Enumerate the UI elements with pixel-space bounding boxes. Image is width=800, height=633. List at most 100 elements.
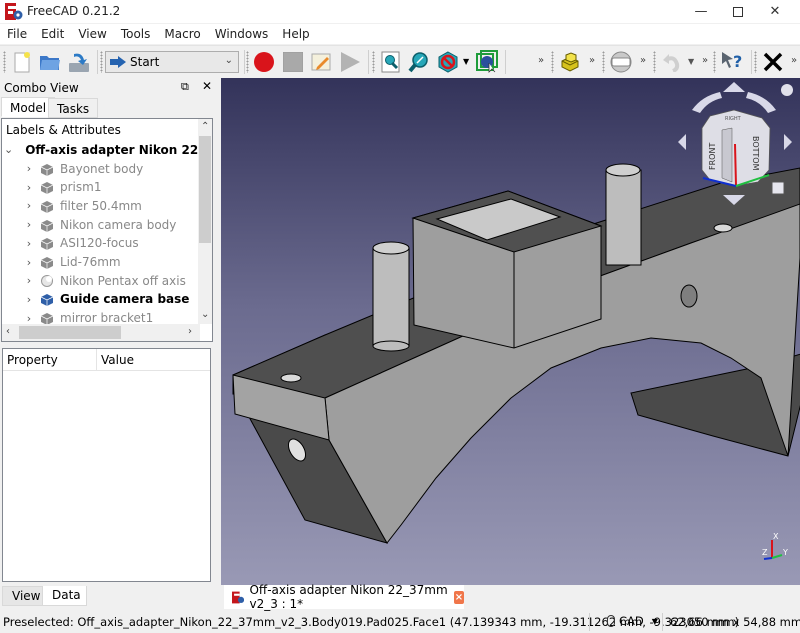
tree-root-item[interactable]: ⌄ Off-axis adapter Nikon 22_37mm [2,140,212,159]
chevron-right-icon[interactable]: › [22,312,36,325]
menu-view[interactable]: View [71,24,113,44]
toolbar-grip[interactable] [100,51,103,73]
toolbar-separator [505,50,506,74]
scroll-up-icon[interactable]: ⌃ [201,121,209,132]
tree-item-label: Nikon Pentax off axis [60,273,186,288]
toolbar-overflow-button[interactable]: » [589,55,595,66]
property-column-header[interactable]: Property [7,353,58,367]
toolbar-overflow-button[interactable]: » [640,55,646,66]
roll-left-icon[interactable] [692,92,722,113]
scrollbar-thumb[interactable] [199,136,211,243]
document-tab[interactable]: Off-axis adapter Nikon 22_37mm v2_3 : 1*… [224,583,465,611]
toolbar-grip[interactable] [602,51,605,73]
menu-edit[interactable]: Edit [34,24,71,44]
tab-close-icon[interactable]: × [453,590,465,604]
tree-item[interactable]: › Guide camera base [2,290,202,309]
roll-right-icon[interactable] [746,92,776,113]
menu-windows[interactable]: Windows [208,24,276,44]
toolbar-overflow-button[interactable]: » [702,55,708,66]
macro-record-button[interactable] [251,49,277,75]
menu-tools[interactable]: Tools [114,24,158,44]
toolbar-overflow-button[interactable]: » [538,55,544,66]
toolbar-grip[interactable] [246,51,249,73]
rotate-down-icon[interactable] [723,195,745,205]
macro-execute-button[interactable] [337,49,363,75]
chevron-right-icon[interactable]: › [22,256,36,269]
tree-item[interactable]: › ASI120-focus [2,234,202,253]
toolbar-grip[interactable] [372,51,375,73]
macro-edit-button[interactable] [309,49,335,75]
toolbar-grip[interactable] [754,51,757,73]
chevron-right-icon[interactable]: › [22,293,36,306]
menu-file[interactable]: File [0,24,34,44]
save-document-button[interactable] [66,49,92,75]
tab-model[interactable]: Model [1,97,56,117]
value-column-header[interactable]: Value [101,353,134,367]
fit-all-button[interactable] [378,49,404,75]
tree-item[interactable]: › filter 50.4mm [2,196,202,215]
tree-item[interactable]: › prism1 [2,178,202,197]
view-menu-icon[interactable] [781,84,793,96]
menu-help[interactable]: Help [275,24,316,44]
isometric-view-icon[interactable] [771,181,785,195]
toolbar-grip[interactable] [551,51,554,73]
panel-close-icon[interactable]: ✕ [202,79,212,93]
tree-item[interactable]: › Lid-76mm [2,253,202,272]
dropdown-arrow-icon[interactable]: ▼ [688,57,694,66]
workbench-selector[interactable]: Start ⌄ [105,51,239,73]
draw-style-button[interactable] [435,49,461,75]
tab-tasks[interactable]: Tasks [48,98,99,118]
chevron-right-icon[interactable]: › [22,237,36,250]
toolbar-overflow-button[interactable]: » [791,55,797,66]
cube-face-bottom[interactable]: BOTTOM [751,136,760,171]
float-icon[interactable]: ⧉ [181,80,189,94]
toolbar-grip[interactable] [713,51,716,73]
bounding-box-button[interactable] [474,49,500,75]
whats-this-button[interactable]: ? [719,49,745,75]
3d-viewport[interactable]: FRONT BOTTOM RIGHT X Y Z [221,78,800,585]
scroll-down-icon[interactable]: ⌄ [201,309,209,320]
part-design-button[interactable] [557,49,583,75]
tree-item[interactable]: › Nikon Pentax off axis [2,271,202,290]
tree-horizontal-scrollbar[interactable]: ‹ › [2,324,200,341]
menu-bar: File Edit View Tools Macro Windows Help [0,24,800,44]
chevron-right-icon[interactable]: › [22,274,36,287]
open-document-button[interactable] [37,49,63,75]
scrollbar-thumb[interactable] [19,326,121,339]
macro-stop-button[interactable] [280,49,306,75]
menu-macro[interactable]: Macro [157,24,207,44]
minimize-button[interactable]: — [683,0,719,23]
body-icon [40,238,54,251]
tab-data[interactable]: Data [42,586,87,606]
new-document-button[interactable] [9,49,35,75]
chevron-right-icon[interactable]: › [22,181,36,194]
tree-item[interactable]: › Nikon camera body [2,215,202,234]
toolbar-grip[interactable] [3,51,6,73]
tree-vertical-scrollbar[interactable]: ⌃ ⌄ [198,119,212,324]
cube-face-front[interactable]: FRONT [708,143,717,170]
chevron-right-icon[interactable]: › [22,199,36,212]
sketcher-button[interactable] [608,49,634,75]
scroll-left-icon[interactable]: ‹ [6,326,10,337]
rotate-up-icon[interactable] [723,82,745,92]
chevron-down-icon[interactable]: ⌄ [4,143,13,156]
status-separator [662,613,663,631]
navigation-cube[interactable]: FRONT BOTTOM RIGHT [670,78,800,208]
close-window-button[interactable]: ✕ [757,0,793,23]
close-workbench-button[interactable] [760,49,786,75]
dimension-display[interactable]: 62,66 mm x 54,88 mm▼ [670,615,800,629]
maximize-button[interactable] [720,0,756,23]
dropdown-arrow-icon[interactable]: ▼ [463,57,469,66]
toolbar-grip[interactable] [653,51,656,73]
chevron-right-icon[interactable]: › [22,162,36,175]
scroll-right-icon[interactable]: › [188,326,192,337]
axis-z-label: Z [762,548,768,557]
rotate-right-icon[interactable] [784,134,792,150]
chevron-right-icon[interactable]: › [22,218,36,231]
cube-face-right[interactable]: RIGHT [725,116,742,122]
tree-item[interactable]: › Bayonet body [2,159,202,178]
navigation-style-selector[interactable]: CAD ▼ [607,614,658,628]
rotate-left-icon[interactable] [678,134,686,150]
undo-button[interactable] [659,49,685,75]
fit-selection-button[interactable] [406,49,432,75]
